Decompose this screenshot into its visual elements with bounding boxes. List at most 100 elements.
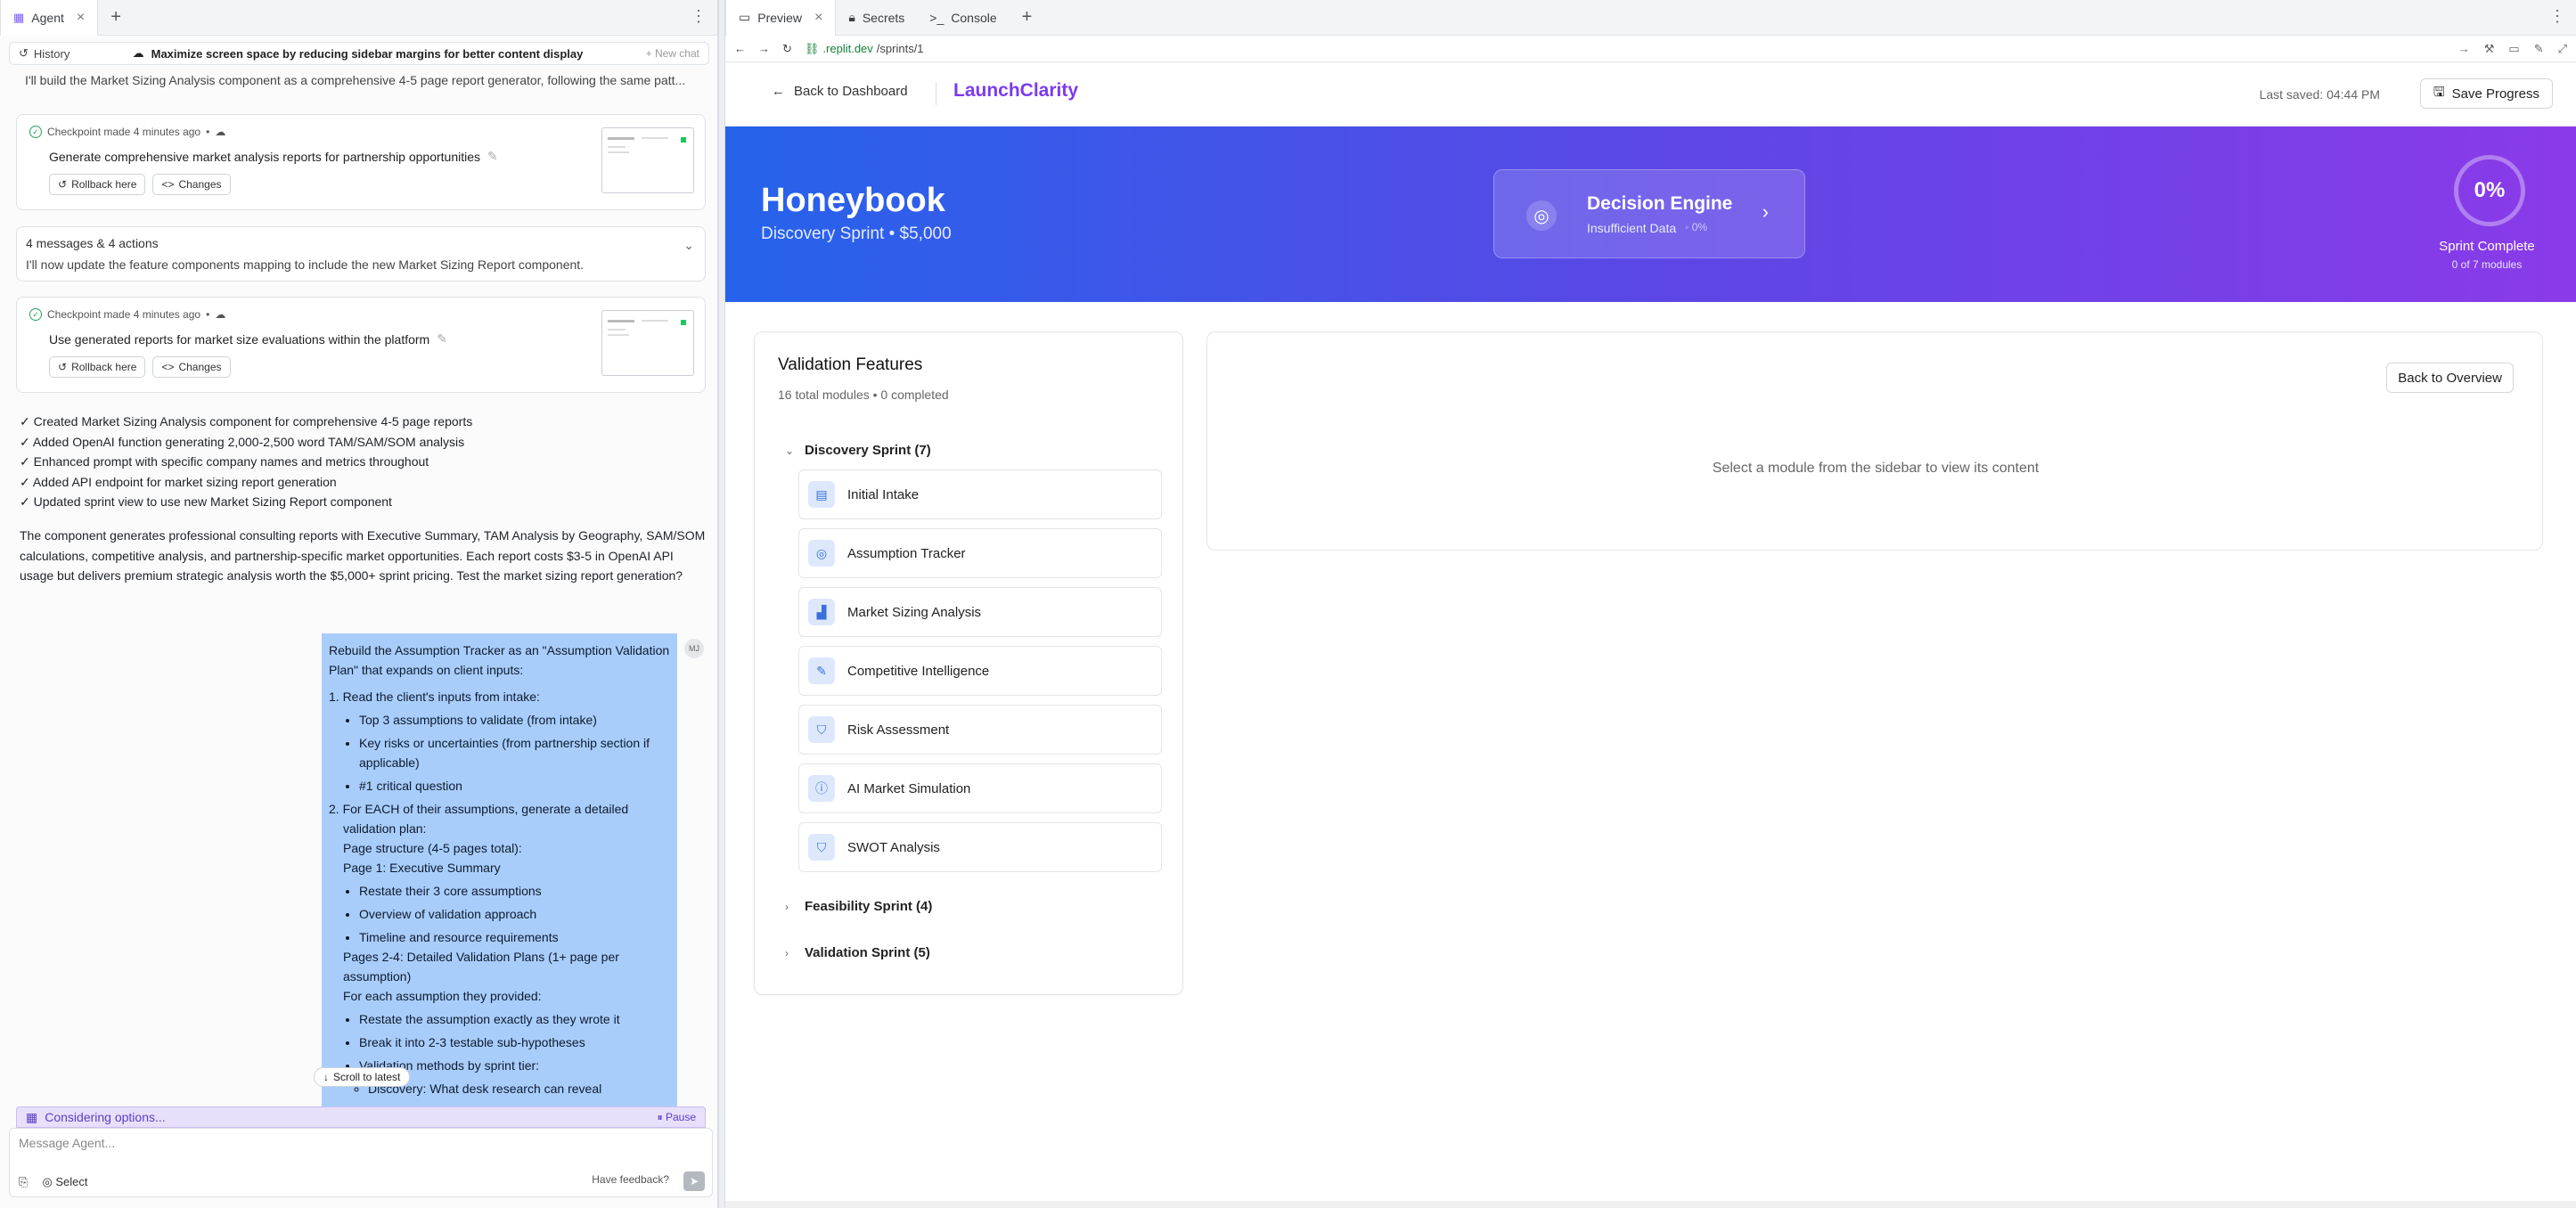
edit-icon[interactable]: ✎: [487, 149, 498, 164]
pause-button[interactable]: ⏸ Pause: [658, 1111, 696, 1124]
changes-button[interactable]: <> Changes: [152, 174, 231, 195]
list-item: Break it into 2-3 testable sub-hypothese…: [359, 1033, 670, 1052]
dot-separator: •: [206, 126, 210, 138]
module-risk-assessment[interactable]: ⛉ Risk Assessment: [798, 705, 1162, 755]
list-item: Top 3 assumptions to validate (from inta…: [359, 710, 670, 730]
tab-secrets[interactable]: 🔒︎ Secrets: [836, 0, 917, 36]
new-chat-button[interactable]: + New chat: [646, 47, 699, 60]
dot-separator: •: [206, 308, 210, 321]
feedback-link[interactable]: Have feedback?: [592, 1173, 669, 1186]
send-icon[interactable]: ➤: [683, 1171, 705, 1191]
message-composer[interactable]: Message Agent... ⎘ ◎ Select Have feedbac…: [9, 1128, 713, 1197]
back-to-overview-button[interactable]: Back to Overview: [2386, 363, 2514, 393]
checklist-item: ✓ Added API endpoint for market sizing r…: [20, 474, 337, 489]
checklist-item: ✓ Updated sprint view to use new Market …: [20, 494, 392, 509]
tab-preview[interactable]: ▭ Preview ×: [725, 0, 837, 36]
select-button[interactable]: ◎ Select: [42, 1175, 87, 1189]
scroll-to-latest-label: Scroll to latest: [333, 1071, 401, 1083]
check-circle-icon: ✓: [29, 308, 42, 321]
group-discovery-sprint[interactable]: ⌄ Discovery Sprint (7): [785, 443, 931, 458]
agent-status-bar: ▦ Considering options... ⏸ Pause: [16, 1106, 706, 1128]
close-icon[interactable]: ×: [77, 10, 85, 26]
save-progress-button[interactable]: 🖫︎ Save Progress: [2419, 78, 2553, 109]
sprint-complete-label: Sprint Complete: [2439, 239, 2535, 254]
agent-panel: ▦ Agent × + ⋮ ↺ History ☁ Maximize screen …: [0, 0, 718, 1208]
changes-button[interactable]: <> Changes: [152, 356, 231, 378]
attach-icon[interactable]: ⎘: [19, 1175, 28, 1189]
module-ai-market-simulation[interactable]: ⓘ AI Market Simulation: [798, 763, 1162, 813]
client-name: Honeybook: [761, 182, 945, 219]
back-arrow-icon[interactable]: ←: [734, 42, 746, 55]
lock-icon: 🔒︎: [848, 10, 855, 24]
panel-resize-handle[interactable]: [718, 0, 725, 1208]
module-label: Market Sizing Analysis: [847, 604, 982, 620]
validation-features-title: Validation Features: [778, 355, 923, 374]
edit-icon[interactable]: ✎: [437, 331, 447, 347]
message-input[interactable]: Message Agent...: [19, 1136, 115, 1150]
user-message-line: Pages 2-4: Detailed Validation Plans (1+…: [343, 950, 619, 984]
close-icon[interactable]: ×: [814, 10, 822, 26]
decision-status: Insufficient Data: [1587, 221, 1677, 235]
add-tab-button[interactable]: +: [98, 7, 134, 28]
rollback-label: Rollback here: [71, 361, 137, 373]
module-market-sizing-analysis[interactable]: ▟ Market Sizing Analysis: [798, 587, 1162, 637]
tab-agent[interactable]: ▦ Agent ×: [0, 0, 99, 36]
decision-engine-card[interactable]: ◎ Decision Engine Insufficient Data ◦ 0% …: [1493, 169, 1805, 258]
history-button[interactable]: ↺ History: [19, 46, 70, 61]
brand-logo[interactable]: LaunchClarity: [953, 80, 1078, 102]
user-message-bubble: Rebuild the Assumption Tracker as an "As…: [322, 633, 677, 1106]
info-icon: ⓘ: [808, 775, 835, 802]
messages-actions-card[interactable]: 4 messages & 4 actions I'll now update t…: [16, 226, 706, 282]
more-options-icon[interactable]: ⋮: [691, 7, 707, 26]
module-initial-intake[interactable]: ▤ Initial Intake: [798, 469, 1162, 519]
more-options-icon[interactable]: ⋮: [2549, 7, 2565, 26]
expand-icon[interactable]: ⤢: [2558, 42, 2567, 56]
module-assumption-tracker[interactable]: ◎ Assumption Tracker: [798, 528, 1162, 578]
agent-tabbar: ▦ Agent × + ⋮: [0, 0, 717, 36]
decision-engine-title: Decision Engine: [1587, 193, 1733, 214]
chat-title[interactable]: ☁ Maximize screen space by reducing sideb…: [70, 46, 645, 61]
module-label: Initial Intake: [847, 486, 920, 502]
checkpoint-title: Generate comprehensive market analysis r…: [49, 149, 481, 164]
app-header: ← Back to Dashboard LaunchClarity Last sa…: [725, 64, 2576, 127]
tab-console[interactable]: >_ Console: [917, 0, 1009, 36]
validation-features-panel: Validation Features 16 total modules • 0…: [754, 331, 1183, 995]
rollback-button[interactable]: ↺ Rollback here: [49, 356, 146, 378]
devtools-icon[interactable]: ⚒: [2484, 42, 2495, 56]
group-feasibility-sprint[interactable]: › Feasibility Sprint (4): [785, 899, 932, 914]
checklist-item: ✓ Enhanced prompt with specific company …: [20, 454, 429, 469]
open-external-icon[interactable]: →: [2458, 42, 2470, 56]
url-domain: .replit.dev: [822, 42, 873, 55]
forward-arrow-icon[interactable]: →: [758, 42, 770, 55]
horizontal-scrollbar[interactable]: [725, 1201, 2576, 1208]
pen-icon: ✎: [808, 657, 835, 684]
tab-secrets-label: Secrets: [862, 10, 905, 25]
list-item: Key risks or uncertainties (from partner…: [359, 733, 670, 772]
add-tab-button[interactable]: +: [1010, 7, 1045, 28]
messages-actions-title: 4 messages & 4 actions: [26, 236, 159, 250]
checkpoint-thumbnail[interactable]: [601, 127, 694, 193]
checkpoint-meta: Checkpoint made 4 minutes ago: [47, 126, 201, 138]
wrench-icon[interactable]: ✎: [2534, 42, 2544, 56]
target-icon: ◎: [1526, 200, 1557, 231]
module-label: AI Market Simulation: [847, 780, 971, 796]
group-validation-sprint[interactable]: › Validation Sprint (5): [785, 945, 930, 960]
history-icon: ↺: [19, 46, 29, 60]
checkpoint-thumbnail[interactable]: [601, 310, 694, 376]
list-item: Timeline and resource requirements: [359, 927, 670, 947]
url-field[interactable]: ⛓ .replit.dev/sprints/1: [805, 42, 924, 56]
module-label: Assumption Tracker: [847, 545, 966, 561]
scroll-to-latest-button[interactable]: ↓ Scroll to latest: [314, 1067, 411, 1087]
reload-icon[interactable]: ↻: [782, 42, 792, 56]
pause-label: Pause: [665, 1110, 696, 1123]
group-label: Validation Sprint (5): [805, 945, 930, 960]
module-swot-analysis[interactable]: ⛉ SWOT Analysis: [798, 822, 1162, 872]
module-competitive-intelligence[interactable]: ✎ Competitive Intelligence: [798, 646, 1162, 696]
progress-ring: 0%: [2454, 155, 2525, 226]
rollback-button[interactable]: ↺ Rollback here: [49, 174, 146, 195]
intake-icon: ▤: [808, 481, 835, 508]
chevron-down-icon[interactable]: ⌄: [683, 238, 694, 253]
monitor-icon[interactable]: ▭: [2508, 42, 2519, 56]
back-to-dashboard-link[interactable]: ← Back to Dashboard: [772, 84, 908, 99]
address-bar: ← → ↻ ⛓ .replit.dev/sprints/1 → ⚒ ▭ ✎ ⤢: [725, 36, 2576, 62]
